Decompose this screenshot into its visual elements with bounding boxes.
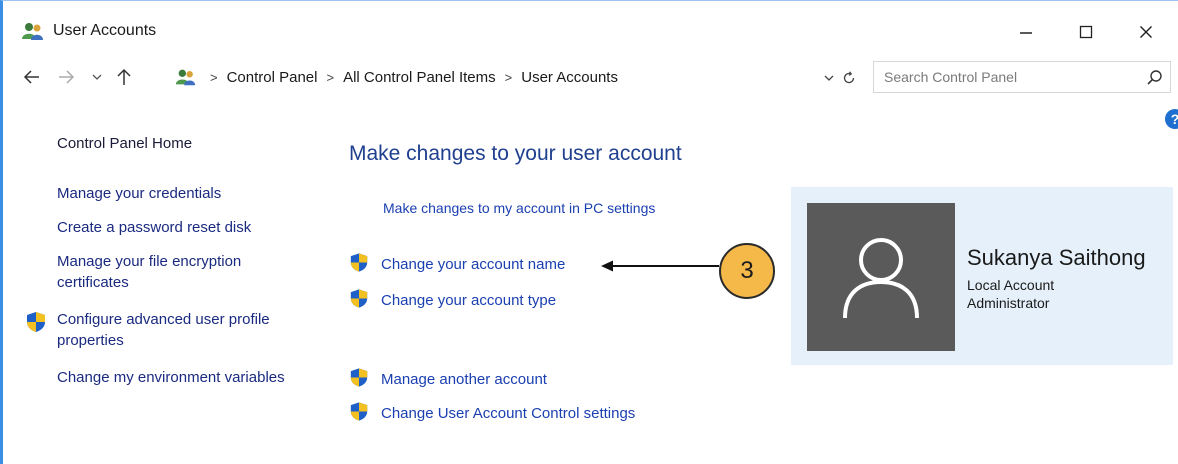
breadcrumb-separator[interactable]: > [326, 70, 334, 85]
uac-shield-icon [349, 401, 369, 426]
breadcrumb-all-items[interactable]: All Control Panel Items [343, 69, 496, 86]
recent-locations-button[interactable] [87, 65, 107, 89]
address-history-button[interactable] [819, 69, 839, 87]
change-account-name-link[interactable]: Change your account name [349, 252, 565, 277]
users-icon [21, 21, 45, 41]
uac-settings-label: Change User Account Control settings [381, 405, 636, 422]
step-number-badge: 3 [719, 243, 775, 299]
password-reset-disk-link[interactable]: Create a password reset disk [57, 217, 251, 238]
uac-settings-link[interactable]: Change User Account Control settings [349, 401, 635, 426]
file-encryption-link[interactable]: Manage your file encryption certificates [57, 251, 307, 293]
uac-shield-icon [349, 367, 369, 392]
left-pane: Control Panel Home Manage your credentia… [3, 101, 323, 461]
up-button[interactable] [111, 65, 137, 89]
annotation-arrow [601, 260, 719, 272]
users-icon [175, 67, 197, 87]
environment-variables-link[interactable]: Change my environment variables [57, 367, 297, 388]
breadcrumb: > Control Panel > All Control Panel Item… [201, 69, 618, 86]
change-account-type-link[interactable]: Change your account type [349, 288, 556, 313]
close-button[interactable] [1123, 15, 1169, 49]
manage-credentials-link[interactable]: Manage your credentials [57, 183, 221, 204]
title-bar: User Accounts [3, 1, 1178, 57]
manage-another-account-label: Manage another account [381, 371, 547, 388]
account-type: Local Account [967, 277, 1055, 293]
arrow-up-icon [117, 68, 131, 85]
page-title: Make changes to your user account [349, 142, 682, 165]
chevron-down-icon [92, 74, 102, 80]
search-input[interactable] [874, 62, 1134, 92]
change-account-type-label: Change your account type [381, 292, 557, 309]
pc-settings-link[interactable]: Make changes to my account in PC setting… [383, 200, 655, 216]
user-silhouette-icon [843, 238, 919, 319]
uac-shield-icon [25, 311, 47, 338]
account-card: Sukanya Saithong Local Account Administr… [791, 187, 1173, 365]
maximize-button[interactable] [1063, 15, 1109, 49]
account-role: Administrator [967, 295, 1050, 311]
breadcrumb-control-panel[interactable]: Control Panel [227, 69, 318, 86]
breadcrumb-user-accounts[interactable]: User Accounts [521, 69, 618, 86]
user-accounts-window: User Accounts > Control Panel > All Cont… [0, 0, 1178, 464]
minimize-button[interactable] [1003, 15, 1049, 49]
control-panel-home-link[interactable]: Control Panel Home [57, 133, 192, 154]
search-box [873, 61, 1171, 93]
chevron-down-icon [824, 75, 834, 81]
avatar [807, 203, 955, 351]
breadcrumb-separator[interactable]: > [505, 70, 513, 85]
change-account-name-label: Change your account name [381, 256, 566, 273]
breadcrumb-separator[interactable]: > [210, 70, 218, 85]
advanced-profile-link[interactable]: Configure advanced user profile properti… [57, 309, 307, 351]
address-bar[interactable]: > Control Panel > All Control Panel Item… [143, 65, 855, 91]
uac-shield-icon [349, 288, 369, 313]
back-button[interactable] [19, 65, 45, 89]
forward-button[interactable] [53, 65, 79, 89]
help-icon[interactable]: ? [1165, 109, 1178, 129]
account-name: Sukanya Saithong [967, 245, 1146, 270]
window-title: User Accounts [53, 22, 157, 39]
refresh-icon [843, 71, 855, 84]
refresh-button[interactable] [839, 68, 859, 88]
uac-shield-icon [349, 252, 369, 277]
arrow-right-icon [59, 70, 75, 84]
manage-another-account-link[interactable]: Manage another account [349, 367, 547, 392]
arrow-left-icon [23, 70, 39, 84]
search-icon[interactable] [1146, 69, 1164, 87]
